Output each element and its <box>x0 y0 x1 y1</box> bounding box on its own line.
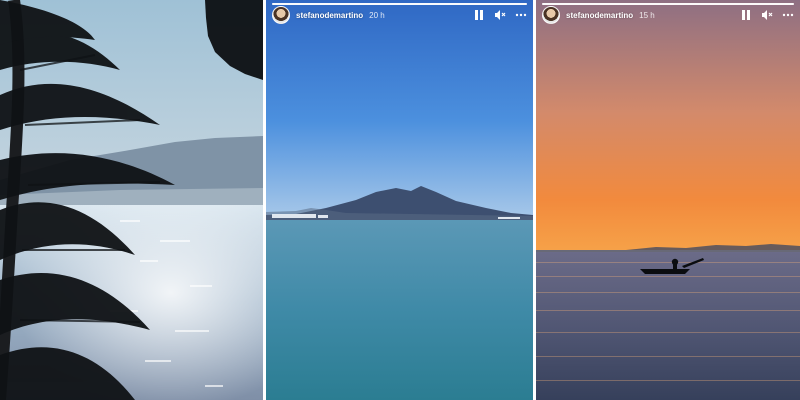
mute-icon <box>762 10 773 20</box>
story-2-scene <box>266 0 533 400</box>
username[interactable]: stefanodemartino <box>296 11 363 20</box>
pause-icon <box>475 10 483 20</box>
mute-icon <box>495 10 506 20</box>
username[interactable]: stefanodemartino <box>566 11 633 20</box>
mute-button[interactable] <box>494 9 506 21</box>
mute-button[interactable] <box>761 9 773 21</box>
story-time: 15 h <box>639 10 655 20</box>
story-controls <box>473 9 527 21</box>
story-header: stefanodemartino 20 h <box>266 0 533 30</box>
more-icon <box>782 13 794 17</box>
story-2[interactable]: stefanodemartino 20 h <box>266 0 533 400</box>
stories-strip: stefanodemartino 20 h stefanodemartino 1… <box>0 0 800 400</box>
pause-button[interactable] <box>740 9 752 21</box>
story-1-scene <box>0 0 263 400</box>
pause-icon <box>742 10 750 20</box>
story-3-scene <box>536 0 800 400</box>
avatar[interactable] <box>272 6 290 24</box>
more-icon <box>515 13 527 17</box>
story-1[interactable] <box>0 0 263 400</box>
story-time: 20 h <box>369 10 385 20</box>
avatar[interactable] <box>542 6 560 24</box>
more-button[interactable] <box>782 9 794 21</box>
pause-button[interactable] <box>473 9 485 21</box>
story-header: stefanodemartino 15 h <box>536 0 800 30</box>
story-controls <box>740 9 794 21</box>
story-3[interactable]: stefanodemartino 15 h <box>536 0 800 400</box>
more-button[interactable] <box>515 9 527 21</box>
